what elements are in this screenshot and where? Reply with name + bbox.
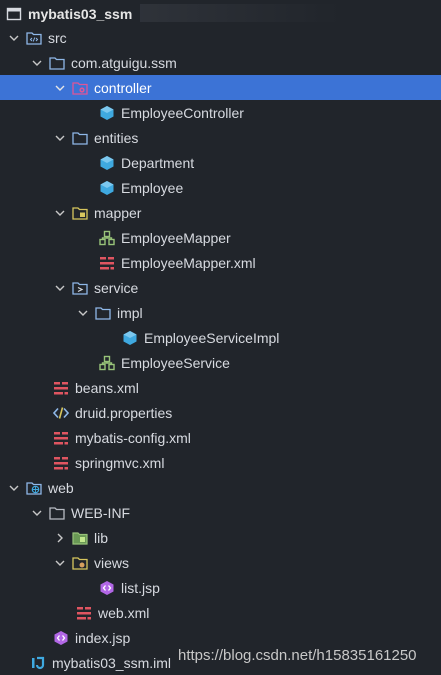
package-folder-icon bbox=[49, 55, 65, 71]
tree-label: Department bbox=[121, 154, 195, 171]
tree-label: list.jsp bbox=[121, 579, 160, 596]
tree-label: beans.xml bbox=[75, 379, 139, 396]
tree-label: src bbox=[48, 29, 67, 46]
tree-label: mybatis-config.xml bbox=[75, 429, 191, 446]
tree-node-impl[interactable]: impl bbox=[0, 300, 441, 325]
tree-label: mybatis03_ssm.iml bbox=[52, 654, 172, 671]
jsp-file-icon bbox=[53, 630, 69, 646]
chevron-down-icon[interactable] bbox=[7, 31, 21, 45]
folder-icon bbox=[49, 505, 65, 521]
interface-icon bbox=[99, 230, 115, 246]
tree-node-web-xml[interactable]: web.xml bbox=[0, 600, 441, 625]
tree-node-mapper[interactable]: mapper bbox=[0, 200, 441, 225]
tree-node-beans-xml[interactable]: beans.xml bbox=[0, 375, 441, 400]
chevron-down-icon[interactable] bbox=[53, 556, 67, 570]
xml-file-icon bbox=[53, 380, 69, 396]
tree-label: entities bbox=[94, 129, 139, 146]
java-class-icon bbox=[99, 155, 115, 171]
properties-file-icon bbox=[53, 405, 69, 421]
tree-label: views bbox=[94, 554, 130, 571]
chevron-down-icon[interactable] bbox=[53, 206, 67, 220]
tree-node-controller[interactable]: controller bbox=[0, 75, 441, 100]
xml-file-icon bbox=[76, 605, 92, 621]
tree-node-web[interactable]: web bbox=[0, 475, 441, 500]
folder-icon bbox=[6, 6, 22, 22]
web-folder-icon bbox=[26, 480, 42, 496]
tree-label: service bbox=[94, 279, 139, 296]
tree-node-src[interactable]: src bbox=[0, 25, 441, 50]
xml-file-icon bbox=[53, 430, 69, 446]
chevron-down-icon[interactable] bbox=[53, 81, 67, 95]
chevron-down-icon[interactable] bbox=[7, 481, 21, 495]
tree-label: controller bbox=[94, 79, 152, 96]
tree-label: web bbox=[48, 479, 74, 496]
tree-node-springmvc-xml[interactable]: springmvc.xml bbox=[0, 450, 441, 475]
tree-label: EmployeeMapper.xml bbox=[121, 254, 256, 271]
chevron-down-icon[interactable] bbox=[30, 506, 44, 520]
tree-label: mapper bbox=[94, 204, 142, 221]
tree-node-web-inf[interactable]: WEB-INF bbox=[0, 500, 441, 525]
tree-label: Employee bbox=[121, 179, 184, 196]
folder-icon bbox=[72, 130, 88, 146]
tree-node-employee-controller[interactable]: EmployeeController bbox=[0, 100, 441, 125]
tree-node-views[interactable]: views bbox=[0, 550, 441, 575]
interface-icon bbox=[99, 355, 115, 371]
chevron-down-icon[interactable] bbox=[30, 56, 44, 70]
chevron-down-icon[interactable] bbox=[53, 131, 67, 145]
library-folder-icon bbox=[72, 530, 88, 546]
tree-label: impl bbox=[117, 304, 143, 321]
tree-label: EmployeeController bbox=[121, 104, 244, 121]
xml-file-icon bbox=[53, 455, 69, 471]
controller-folder-icon bbox=[72, 80, 88, 96]
chevron-down-icon[interactable] bbox=[53, 281, 67, 295]
java-class-icon bbox=[99, 105, 115, 121]
tree-node-service[interactable]: service bbox=[0, 275, 441, 300]
tree-label: EmployeeMapper bbox=[121, 229, 231, 246]
tree-node-druid-properties[interactable]: druid.properties bbox=[0, 400, 441, 425]
folder-icon bbox=[95, 305, 111, 321]
blurred-area bbox=[140, 4, 340, 22]
tree-node-lib[interactable]: lib bbox=[0, 525, 441, 550]
source-folder-icon bbox=[26, 30, 42, 46]
chevron-right-icon[interactable] bbox=[53, 531, 67, 545]
xml-file-icon bbox=[99, 255, 115, 271]
tree-label: EmployeeService bbox=[121, 354, 230, 371]
tree-label: lib bbox=[94, 529, 109, 546]
tree-node-entities[interactable]: entities bbox=[0, 125, 441, 150]
watermark: https://blog.csdn.net/h15835161250 bbox=[178, 647, 417, 664]
java-class-icon bbox=[99, 180, 115, 196]
service-folder-icon bbox=[72, 280, 88, 296]
tree-node-employee-service[interactable]: EmployeeService bbox=[0, 350, 441, 375]
tree-node-employee-service-impl[interactable]: EmployeeServiceImpl bbox=[0, 325, 441, 350]
tree-label: EmployeeServiceImpl bbox=[144, 329, 280, 346]
tree-node-employee[interactable]: Employee bbox=[0, 175, 441, 200]
tree-node-mybatis-config-xml[interactable]: mybatis-config.xml bbox=[0, 425, 441, 450]
mapper-folder-icon bbox=[72, 205, 88, 221]
tree-label: index.jsp bbox=[75, 629, 131, 646]
tree-label: WEB-INF bbox=[71, 504, 131, 521]
tree-node-employee-mapper[interactable]: EmployeeMapper bbox=[0, 225, 441, 250]
tree-node-package[interactable]: com.atguigu.ssm bbox=[0, 50, 441, 75]
tree-node-employee-mapper-xml[interactable]: EmployeeMapper.xml bbox=[0, 250, 441, 275]
tree-label: web.xml bbox=[98, 604, 150, 621]
tree-node-list-jsp[interactable]: list.jsp bbox=[0, 575, 441, 600]
module-file-icon bbox=[30, 655, 46, 671]
tree-label: springmvc.xml bbox=[75, 454, 165, 471]
java-class-icon bbox=[122, 330, 138, 346]
chevron-down-icon[interactable] bbox=[76, 306, 90, 320]
project-name: mybatis03_ssm bbox=[28, 5, 133, 22]
tree-label: druid.properties bbox=[75, 404, 173, 421]
tree-node-department[interactable]: Department bbox=[0, 150, 441, 175]
views-folder-icon bbox=[72, 555, 88, 571]
jsp-file-icon bbox=[99, 580, 115, 596]
tree-label: com.atguigu.ssm bbox=[71, 54, 177, 71]
